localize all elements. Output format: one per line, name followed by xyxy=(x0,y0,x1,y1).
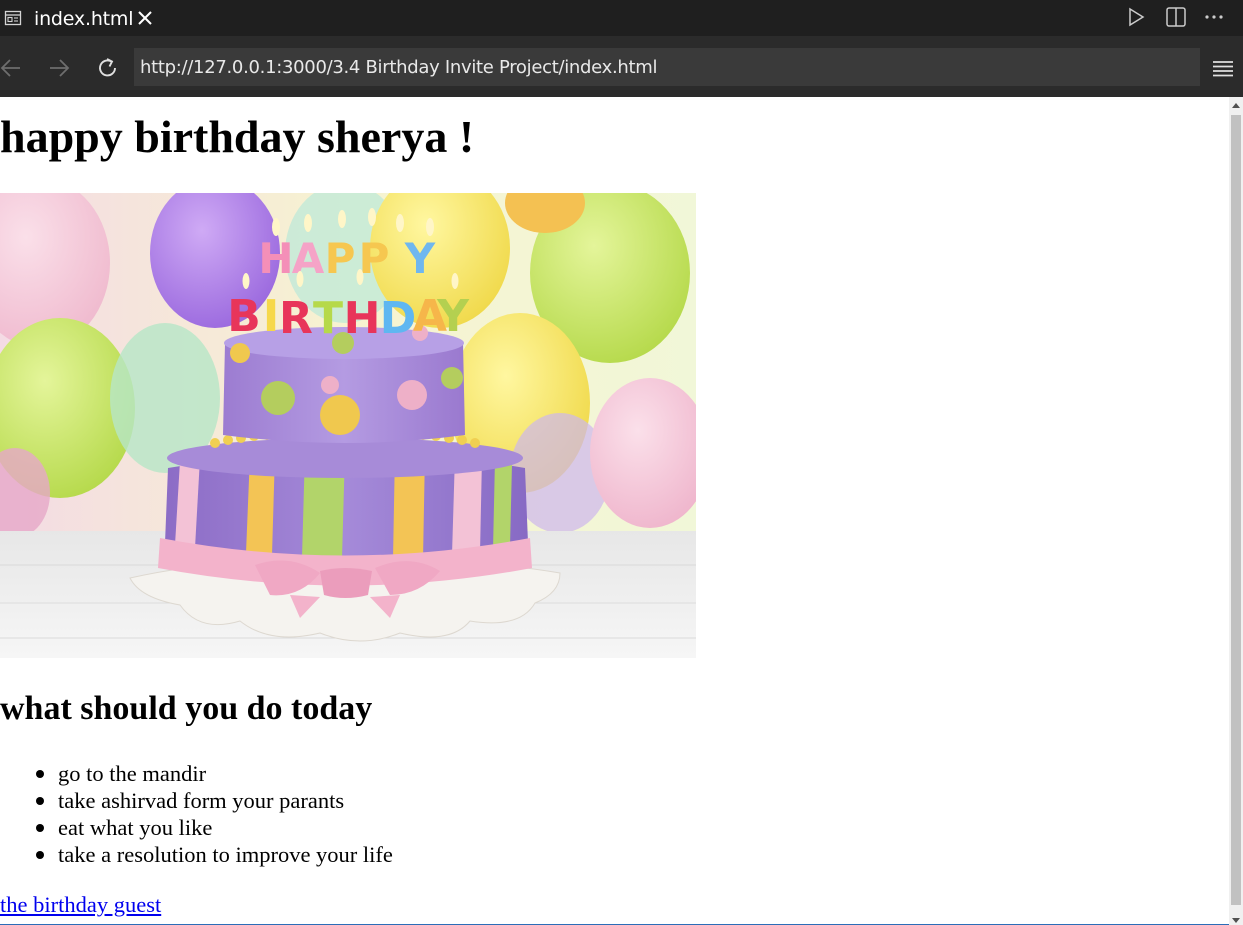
scroll-thumb[interactable] xyxy=(1231,115,1241,905)
reload-icon[interactable] xyxy=(96,56,120,80)
scroll-up-arrow-icon[interactable] xyxy=(1232,103,1240,108)
svg-text:T: T xyxy=(313,293,343,344)
arrow-right-icon[interactable] xyxy=(48,56,72,80)
birthday-cake-image: H A P P Y B I R T H D A Y xyxy=(0,193,696,658)
todo-list: go to the mandir take ashirvad form your… xyxy=(0,760,393,868)
tab-title: index.html xyxy=(34,8,134,30)
list-item: eat what you like xyxy=(0,814,393,841)
svg-text:D: D xyxy=(380,293,417,344)
preview-icon xyxy=(4,10,22,26)
page-title: happy birthday sherya ! xyxy=(0,111,475,162)
scroll-down-arrow-icon[interactable] xyxy=(1232,918,1240,923)
editor-tab-bar: index.html xyxy=(0,0,1243,37)
svg-text:Y: Y xyxy=(436,291,470,342)
more-actions-icon[interactable] xyxy=(1203,6,1225,28)
todo-heading: what should you do today xyxy=(0,690,373,727)
list-item: take ashirvad form your parants xyxy=(0,787,393,814)
list-item: take a resolution to improve your life xyxy=(0,841,393,868)
split-editor-icon[interactable] xyxy=(1165,6,1187,28)
svg-text:H: H xyxy=(344,293,381,344)
svg-text:P: P xyxy=(325,234,356,283)
svg-text:R: R xyxy=(279,293,313,344)
svg-text:Y: Y xyxy=(404,234,436,283)
candle-letter-h: H xyxy=(258,234,293,283)
url-input[interactable] xyxy=(134,48,1200,86)
run-icon[interactable] xyxy=(1125,6,1147,28)
svg-text:A: A xyxy=(292,234,325,283)
tab-index-html[interactable]: index.html xyxy=(0,0,165,37)
list-item: go to the mandir xyxy=(0,760,393,787)
birthday-guest-link[interactable]: the birthday guest xyxy=(0,891,161,919)
svg-text:I: I xyxy=(263,291,279,342)
svg-text:B: B xyxy=(227,291,261,342)
arrow-left-icon[interactable] xyxy=(0,56,24,80)
hamburger-menu-icon[interactable] xyxy=(1212,58,1234,78)
close-icon[interactable] xyxy=(136,9,154,27)
vertical-scrollbar[interactable] xyxy=(1229,97,1243,925)
